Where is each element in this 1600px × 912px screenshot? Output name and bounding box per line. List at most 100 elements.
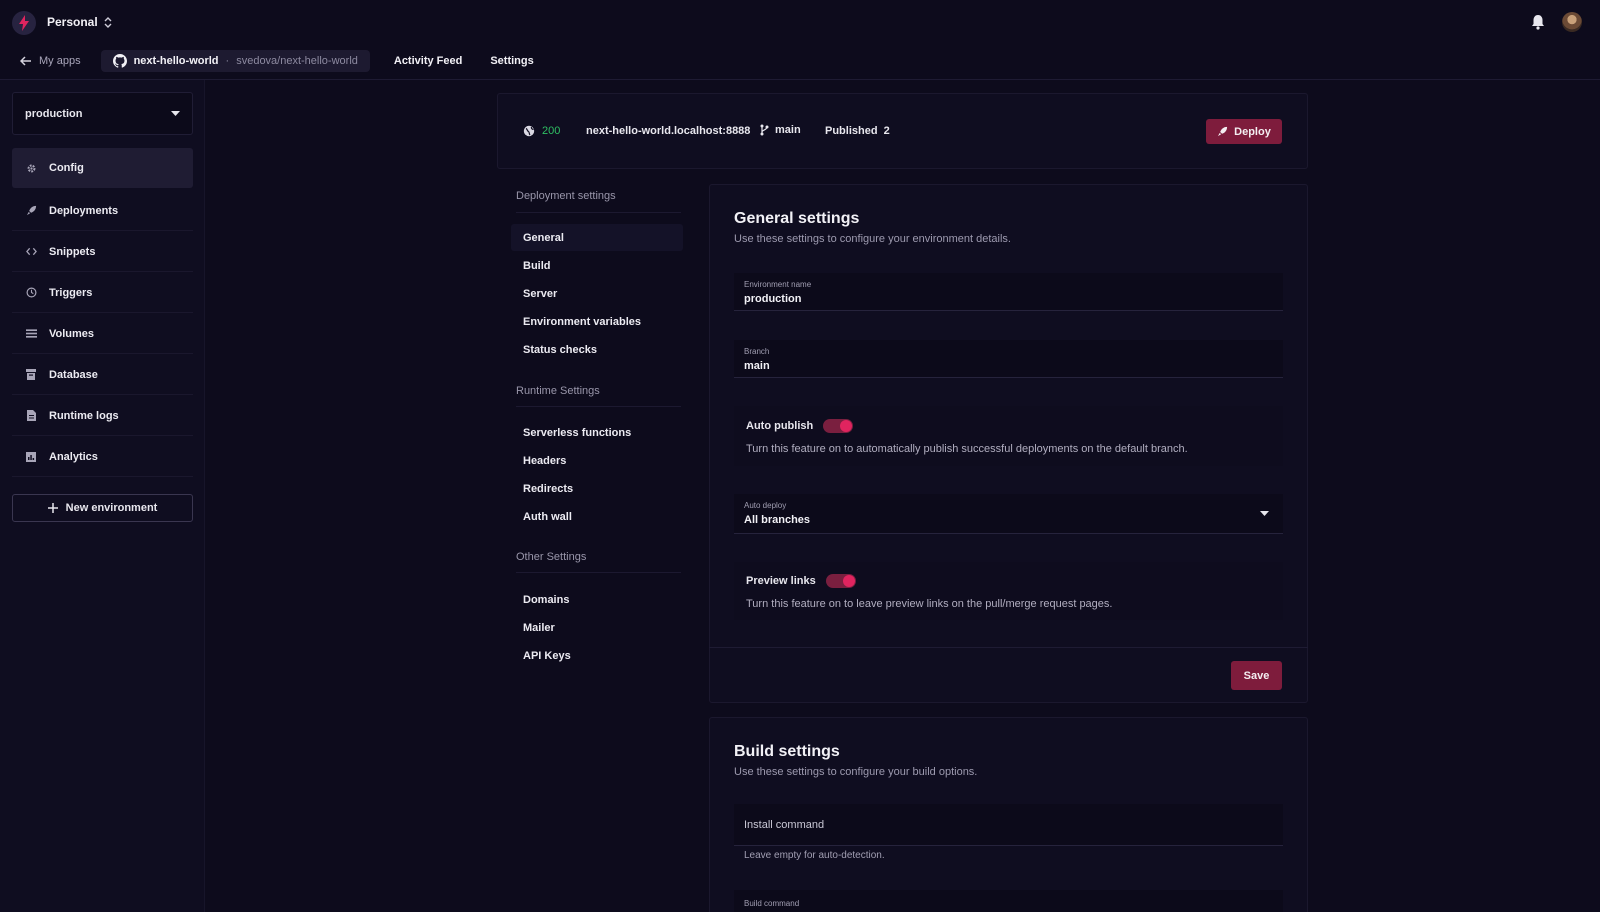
sidebar-item-label: Triggers [49, 286, 93, 299]
sidebar-item-label: Deployments [49, 204, 119, 217]
app-name: next-hello-world [133, 55, 219, 67]
install-command-input[interactable]: Install command [734, 804, 1283, 846]
auto-publish-toggle[interactable] [823, 419, 854, 433]
gear-icon [25, 162, 37, 174]
install-command-hint: Leave empty for auto-detection. [744, 850, 885, 861]
sidebar-item-label: Snippets [49, 245, 96, 258]
status-code: 200 [542, 125, 561, 137]
environment-name-field[interactable]: Environment name production [734, 273, 1283, 311]
arrow-left-icon [20, 56, 32, 66]
rocket-icon [1217, 126, 1228, 137]
tab-activity-feed[interactable]: Activity Feed [390, 55, 466, 67]
sidebar-item-label: Volumes [49, 327, 95, 340]
logo-icon[interactable] [12, 11, 36, 35]
sidebar-item-runtime-logs[interactable]: Runtime logs [12, 396, 193, 436]
menu-item-redirects[interactable]: Redirects [511, 475, 683, 502]
new-environment-label: New environment [65, 502, 158, 514]
menu-item-serverless-functions[interactable]: Serverless functions [511, 419, 683, 446]
menu-group-runtime: Runtime Settings [516, 385, 600, 397]
save-button[interactable]: Save [1231, 661, 1282, 690]
back-label: My apps [39, 55, 81, 67]
field-label: Build command [744, 899, 800, 908]
sidebar-item-config[interactable]: Config [12, 148, 193, 188]
bell-icon[interactable] [1531, 14, 1545, 30]
environment-select[interactable]: production [12, 92, 193, 135]
field-label: Auto deploy [744, 501, 787, 510]
preview-links-description: Turn this feature on to leave preview li… [746, 598, 1113, 610]
new-environment-button[interactable]: New environment [12, 494, 193, 522]
published-label: Published [825, 125, 878, 137]
menu-group-deployment: Deployment settings [516, 190, 616, 202]
menu-item-server[interactable]: Server [511, 280, 683, 307]
install-command-placeholder: Install command [744, 818, 825, 831]
field-value: main [744, 360, 770, 372]
rocket-icon [25, 205, 37, 217]
git-branch-icon [760, 124, 769, 136]
sidebar-item-analytics[interactable]: Analytics [12, 437, 193, 477]
github-icon [112, 54, 127, 68]
menu-item-general[interactable]: General [511, 224, 683, 251]
preview-links-row: Preview links [746, 574, 856, 588]
clock-icon [25, 287, 37, 299]
auto-publish-description: Turn this feature on to automatically pu… [746, 443, 1188, 455]
menu-item-domains[interactable]: Domains [511, 586, 683, 613]
build-command-field[interactable]: Build command [734, 890, 1283, 912]
deploy-button[interactable]: Deploy [1206, 119, 1282, 144]
caret-down-icon [1260, 511, 1269, 516]
menu-item-headers[interactable]: Headers [511, 447, 683, 474]
divider [709, 647, 1308, 648]
menu-item-build[interactable]: Build [511, 252, 683, 279]
plus-icon [47, 503, 58, 513]
app-nav: My apps next-hello-world · svedova/next-… [0, 50, 538, 72]
general-settings-title: General settings [734, 210, 860, 227]
build-settings-subtitle: Use these settings to configure your bui… [734, 766, 978, 778]
sidebar-item-database[interactable]: Database [12, 355, 193, 395]
preview-links-toggle[interactable] [825, 574, 856, 588]
preview-links-box [734, 562, 1283, 620]
list-icon [25, 328, 37, 340]
sidebar-item-label: Config [49, 162, 84, 174]
sidebar-item-triggers[interactable]: Triggers [12, 273, 193, 313]
sidebar-item-label: Analytics [49, 450, 98, 463]
preview-links-label: Preview links [746, 575, 816, 587]
tab-settings[interactable]: Settings [486, 55, 537, 67]
back-to-apps-link[interactable]: My apps [20, 55, 81, 67]
menu-item-auth-wall[interactable]: Auth wall [511, 503, 683, 530]
menu-item-status-checks[interactable]: Status checks [511, 336, 683, 363]
build-settings-title: Build settings [734, 743, 840, 760]
menu-group-other: Other Settings [516, 551, 587, 563]
divider [516, 212, 681, 213]
published-number: 2 [883, 125, 890, 137]
document-icon [25, 410, 37, 422]
auto-publish-label: Auto publish [746, 420, 814, 432]
globe-icon [523, 125, 535, 137]
field-label: Environment name [744, 280, 812, 289]
branch-field[interactable]: Branch main [734, 340, 1283, 378]
repo-tab[interactable]: next-hello-world · svedova/next-hello-wo… [100, 50, 370, 72]
workspace-name: Personal [47, 15, 98, 29]
sidebar-item-deployments[interactable]: Deployments [12, 191, 193, 231]
separator: · [225, 55, 230, 67]
sidebar-item-label: Database [49, 368, 98, 381]
divider [516, 572, 681, 573]
avatar[interactable] [1562, 12, 1582, 32]
field-label: Branch [744, 347, 770, 356]
branch-name: main [775, 124, 801, 136]
deploy-label: Deploy [1234, 125, 1271, 138]
environment-value: production [25, 107, 83, 120]
database-icon [25, 369, 37, 381]
menu-item-mailer[interactable]: Mailer [511, 614, 683, 641]
field-value: production [744, 293, 802, 305]
chart-icon [25, 451, 37, 463]
general-settings-subtitle: Use these settings to configure your env… [734, 233, 1011, 245]
caret-down-icon [171, 111, 180, 116]
menu-item-environment-variables[interactable]: Environment variables [511, 308, 683, 335]
auto-deploy-select[interactable]: Auto deploy All branches [734, 494, 1283, 534]
sidebar-item-snippets[interactable]: Snippets [12, 232, 193, 272]
chevron-updown-icon [104, 16, 112, 28]
workspace-switcher[interactable]: Personal [47, 15, 112, 29]
deployment-host-link[interactable]: next-hello-world.localhost:8888 [586, 125, 750, 137]
menu-item-api-keys[interactable]: API Keys [511, 642, 683, 669]
sidebar-item-volumes[interactable]: Volumes [12, 314, 193, 354]
status-branch: main [760, 124, 801, 136]
